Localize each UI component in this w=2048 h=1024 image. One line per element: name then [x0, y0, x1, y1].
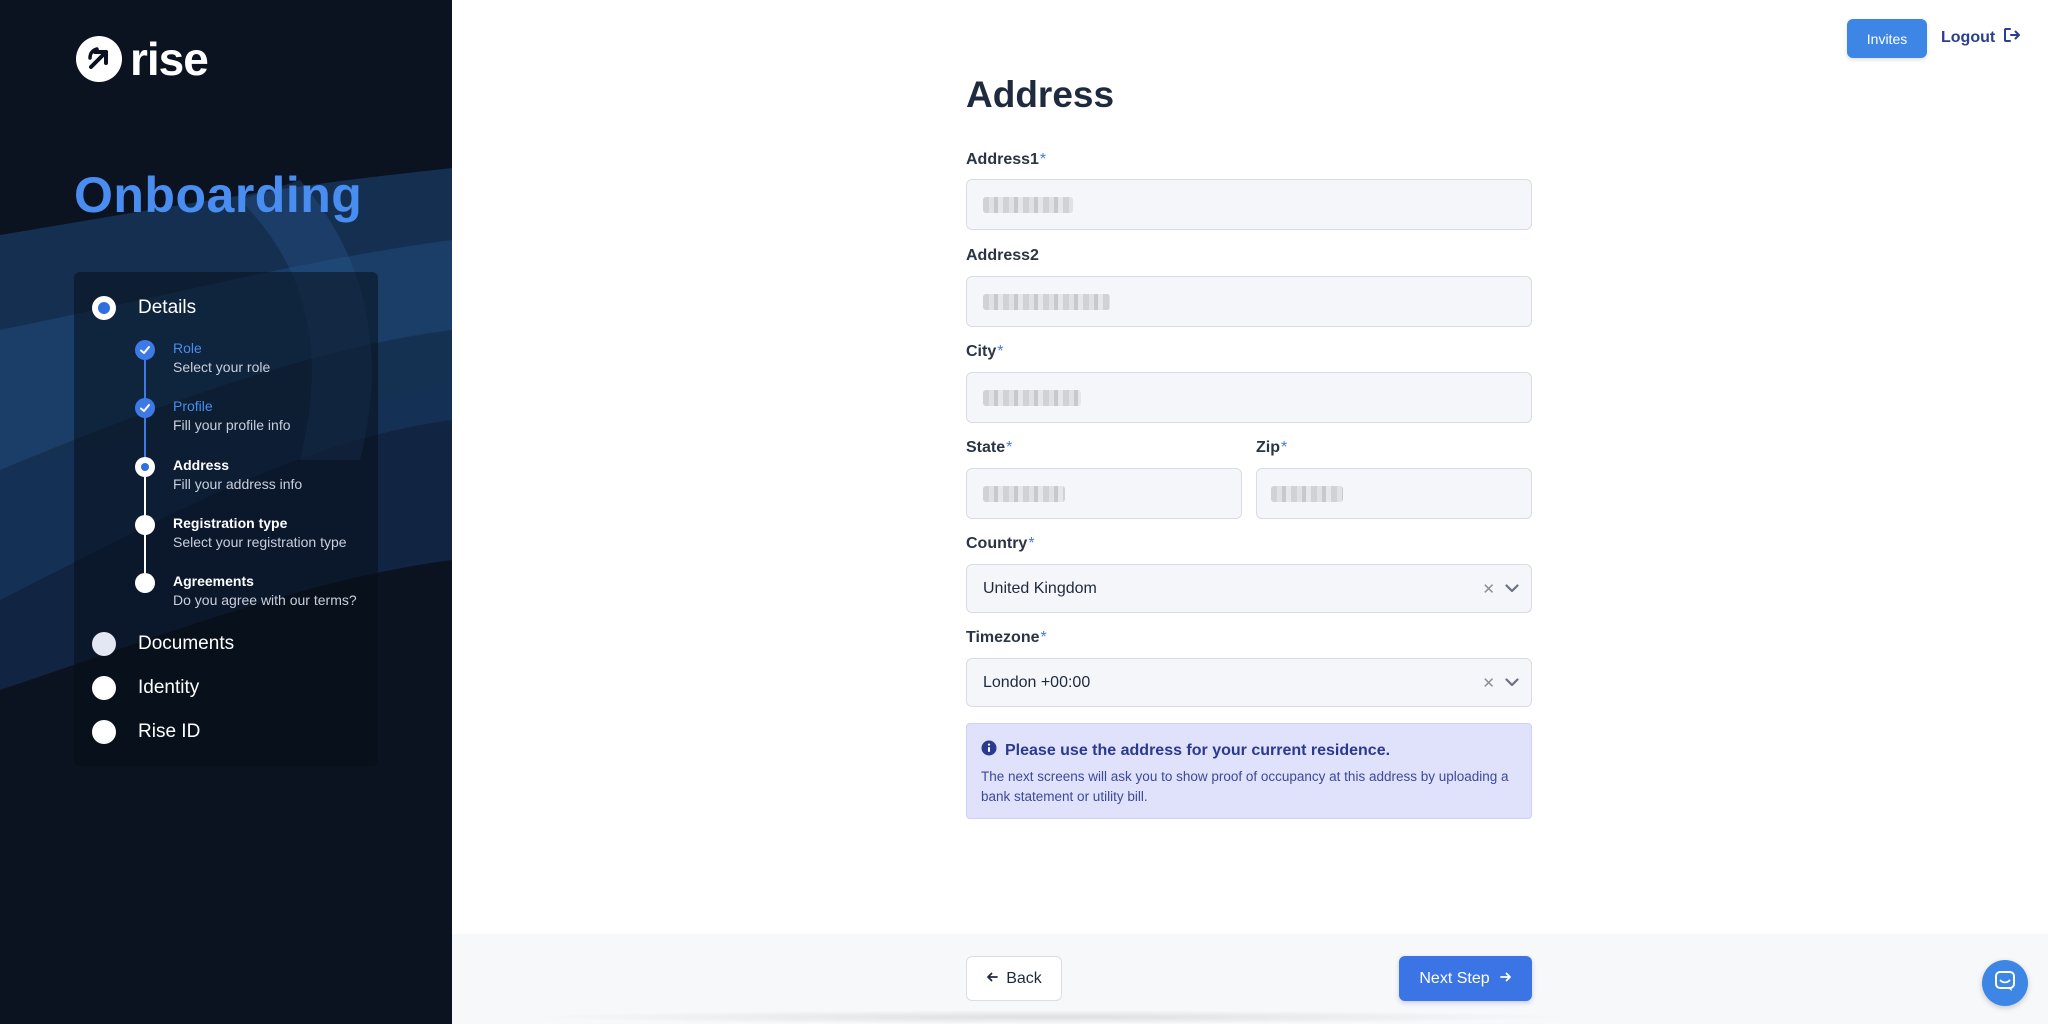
- clear-icon[interactable]: ✕: [1482, 674, 1495, 692]
- sidebar-title: Onboarding: [74, 167, 363, 223]
- page-title: Address: [966, 74, 1115, 115]
- logout-label: Logout: [1941, 28, 1996, 46]
- redacted-value: [983, 390, 1081, 406]
- next-step-button[interactable]: Next Step: [1399, 956, 1532, 1001]
- current-step-indicator: [135, 457, 155, 477]
- substep-subtitle: Select your registration type: [173, 534, 347, 550]
- redacted-value: [983, 486, 1065, 502]
- logout-button[interactable]: Logout: [1941, 27, 2021, 48]
- substep-agreements[interactable]: Agreements Do you agree with our terms?: [135, 572, 357, 610]
- state-input[interactable]: [966, 468, 1242, 519]
- zip-input[interactable]: [1256, 468, 1532, 519]
- check-icon: [135, 340, 155, 360]
- step-documents[interactable]: Documents: [92, 632, 234, 656]
- brand-name: rise: [130, 33, 209, 85]
- next-label: Next Step: [1419, 969, 1490, 987]
- step-label: Documents: [138, 633, 235, 654]
- redacted-value: [1271, 486, 1343, 502]
- substep-subtitle: Fill your profile info: [173, 417, 291, 433]
- substep-profile[interactable]: Profile Fill your profile info: [135, 397, 291, 435]
- country-label: Country*: [966, 535, 1035, 552]
- pending-step-indicator: [135, 573, 155, 593]
- substep-role[interactable]: Role Select your role: [135, 339, 270, 377]
- address1-label: Address1*: [966, 151, 1047, 168]
- address2-label: Address2: [966, 247, 1039, 264]
- address1-input[interactable]: [966, 179, 1532, 230]
- substep-title: Agreements: [173, 573, 254, 589]
- step-indicator: [92, 632, 116, 656]
- step-identity[interactable]: Identity: [92, 676, 199, 700]
- step-details[interactable]: Details: [92, 296, 196, 320]
- city-input[interactable]: [966, 372, 1532, 423]
- address2-input[interactable]: [966, 276, 1532, 327]
- substep-title: Address: [173, 457, 230, 473]
- back-button[interactable]: Back: [966, 956, 1062, 1001]
- info-icon: [981, 740, 997, 761]
- check-icon: [135, 398, 155, 418]
- footer-shadow: [520, 1010, 1580, 1024]
- city-label: City*: [966, 343, 1004, 360]
- chevron-down-icon[interactable]: [1505, 678, 1519, 687]
- chevron-down-icon[interactable]: [1505, 584, 1519, 593]
- notice-body: The next screens will ask you to show pr…: [981, 769, 1509, 804]
- country-select[interactable]: United Kingdom ✕: [966, 564, 1532, 613]
- chat-icon: [1994, 970, 2016, 997]
- substep-registration-type[interactable]: Registration type Select your registrati…: [135, 514, 347, 552]
- substep-subtitle: Fill your address info: [173, 476, 303, 492]
- substep-subtitle: Select your role: [173, 359, 271, 375]
- step-active-indicator: [92, 296, 116, 320]
- clear-icon[interactable]: ✕: [1482, 580, 1495, 598]
- sidebar: rise Onboarding Details Role Select your…: [0, 0, 452, 1024]
- timezone-select[interactable]: London +00:00 ✕: [966, 658, 1532, 707]
- step-label: Identity: [138, 677, 200, 698]
- country-value: United Kingdom: [983, 579, 1097, 597]
- redacted-value: [983, 197, 1073, 213]
- substep-title: Profile: [173, 398, 213, 414]
- logout-icon: [2003, 27, 2021, 48]
- timezone-value: London +00:00: [983, 673, 1091, 691]
- zip-label: Zip*: [1256, 439, 1288, 456]
- back-label: Back: [1006, 969, 1042, 987]
- arrow-right-icon: [1499, 970, 1512, 988]
- step-indicator: [92, 720, 116, 744]
- substep-subtitle: Do you agree with our terms?: [173, 592, 357, 608]
- invites-button[interactable]: Invites: [1847, 19, 1927, 58]
- step-indicator: [92, 676, 116, 700]
- substep-address[interactable]: Address Fill your address info: [135, 456, 302, 494]
- notice-title: Please use the address for your current …: [1005, 741, 1391, 759]
- redacted-value: [983, 294, 1110, 310]
- step-label: Rise ID: [138, 721, 201, 742]
- rise-logo-icon: [76, 36, 122, 82]
- step-rise-id[interactable]: Rise ID: [92, 720, 200, 744]
- state-label: State*: [966, 439, 1013, 456]
- substep-title: Registration type: [173, 515, 288, 531]
- brand-logo[interactable]: rise: [76, 33, 209, 85]
- step-label: Details: [138, 297, 197, 318]
- timezone-label: Timezone*: [966, 629, 1047, 646]
- residence-notice: Please use the address for your current …: [966, 723, 1532, 819]
- substep-title: Role: [173, 340, 202, 356]
- arrow-left-icon: [986, 970, 999, 988]
- pending-step-indicator: [135, 515, 155, 535]
- chat-widget-button[interactable]: [1982, 960, 2028, 1006]
